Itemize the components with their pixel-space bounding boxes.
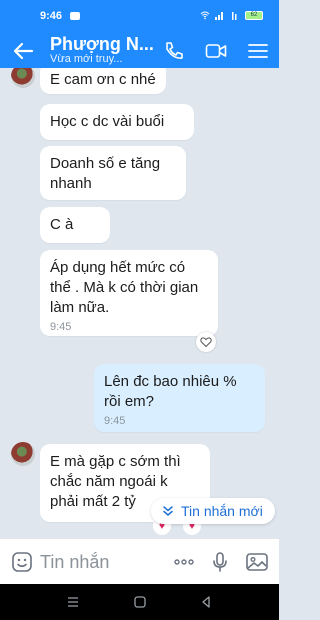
- avatar[interactable]: [11, 68, 35, 88]
- back-arrow-icon[interactable]: [12, 41, 34, 61]
- phone-icon[interactable]: [163, 41, 185, 61]
- home-icon[interactable]: [132, 594, 148, 610]
- menu-icon[interactable]: [247, 41, 269, 61]
- wifi-icon: [200, 11, 210, 20]
- message-bubble[interactable]: Học c dc vài buổi: [40, 104, 194, 140]
- message-bubble[interactable]: E cam ơn c nhé: [40, 68, 166, 94]
- status-time: 9:46: [40, 10, 63, 22]
- last-seen-status: Vừa mới truy...: [50, 53, 123, 65]
- sticker-icon[interactable]: [10, 550, 34, 574]
- new-messages-button[interactable]: Tin nhắn mới: [151, 498, 275, 524]
- battery-icon: 62: [245, 10, 263, 20]
- message-text: E cam ơn c nhé: [50, 71, 156, 88]
- message-bubble-outgoing[interactable]: Lên đc bao nhiêu % rồi em? 9:45: [94, 364, 265, 432]
- chevron-down-icon: [163, 506, 173, 516]
- message-input-bar: [0, 538, 279, 584]
- message-time: 9:45: [104, 415, 126, 427]
- status-icons: 62: [200, 10, 263, 20]
- more-icon[interactable]: [172, 550, 196, 574]
- message-bubble[interactable]: Áp dụng hết mức có thể . Mà k có thời gi…: [40, 250, 218, 336]
- video-call-icon[interactable]: [205, 41, 227, 61]
- signal-icon: [232, 12, 237, 20]
- image-icon[interactable]: [245, 550, 269, 574]
- message-text: C à: [50, 216, 74, 233]
- chat-area[interactable]: E cam ơn c nhé Học c dc vài buổi Doanh s…: [0, 68, 279, 538]
- chat-header: Phượng N... Vừa mới truy...: [0, 34, 279, 68]
- contact-name[interactable]: Phượng N...: [50, 34, 154, 55]
- message-bubble[interactable]: Doanh số e tăng nhanh: [40, 146, 186, 200]
- notification-icon: [70, 12, 80, 20]
- new-messages-label: Tin nhắn mới: [181, 503, 263, 519]
- message-text: Áp dụng hết mức có thể . Mà k có thời gi…: [50, 259, 199, 316]
- heart-icon: [200, 337, 212, 348]
- navigation-bar: [0, 584, 279, 620]
- message-text: Học c dc vài buổi: [50, 113, 165, 130]
- message-text: Lên đc bao nhiêu % rồi em?: [104, 373, 237, 410]
- status-bar: 9:46 62: [0, 0, 279, 34]
- back-icon[interactable]: [198, 594, 214, 610]
- message-time: 9:45: [50, 321, 72, 333]
- react-button[interactable]: [196, 332, 216, 352]
- avatar[interactable]: [11, 442, 35, 466]
- message-bubble[interactable]: C à: [40, 207, 110, 243]
- signal-icon: [215, 12, 223, 20]
- message-text: Doanh số e tăng nhanh: [50, 155, 161, 192]
- message-input[interactable]: [40, 549, 160, 575]
- recent-apps-icon[interactable]: [65, 594, 81, 610]
- microphone-icon[interactable]: [208, 550, 232, 574]
